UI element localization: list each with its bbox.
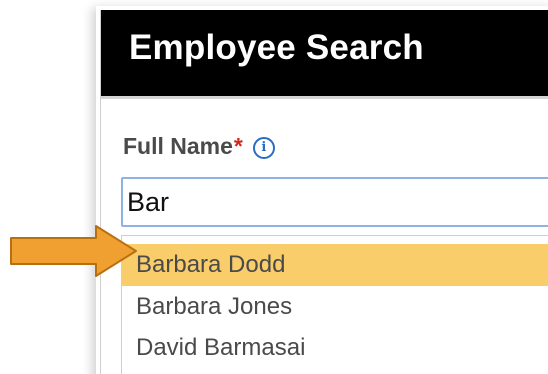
full-name-label-text: Full Name	[123, 133, 233, 159]
full-name-label: Full Name* i	[123, 133, 275, 160]
panel-title: Employee Search	[129, 28, 424, 67]
employee-search-panel: Employee Search Full Name*i ‘ Barbara Do…	[100, 10, 548, 374]
arrow-right-icon	[10, 225, 137, 277]
required-marker: *	[233, 133, 243, 159]
autocomplete-option-david-barmasai[interactable]: David Barmasai	[122, 327, 548, 369]
info-icon[interactable]: i	[252, 137, 275, 159]
autocomplete-option-barbara-jones[interactable]: Barbara Jones	[122, 286, 548, 328]
autocomplete-dropdown: Barbara Dodd Barbara Jones David Barmasa…	[121, 235, 548, 374]
title-divider	[101, 96, 548, 99]
autocomplete-option-barbara-dodd[interactable]: Barbara Dodd	[122, 244, 548, 286]
arrow-shape	[10, 225, 137, 277]
title-bar: Employee Search	[101, 10, 548, 96]
screenshot-stage: Employee Search Full Name*i ‘ Barbara Do…	[0, 0, 548, 374]
full-name-search-input[interactable]	[121, 177, 548, 227]
